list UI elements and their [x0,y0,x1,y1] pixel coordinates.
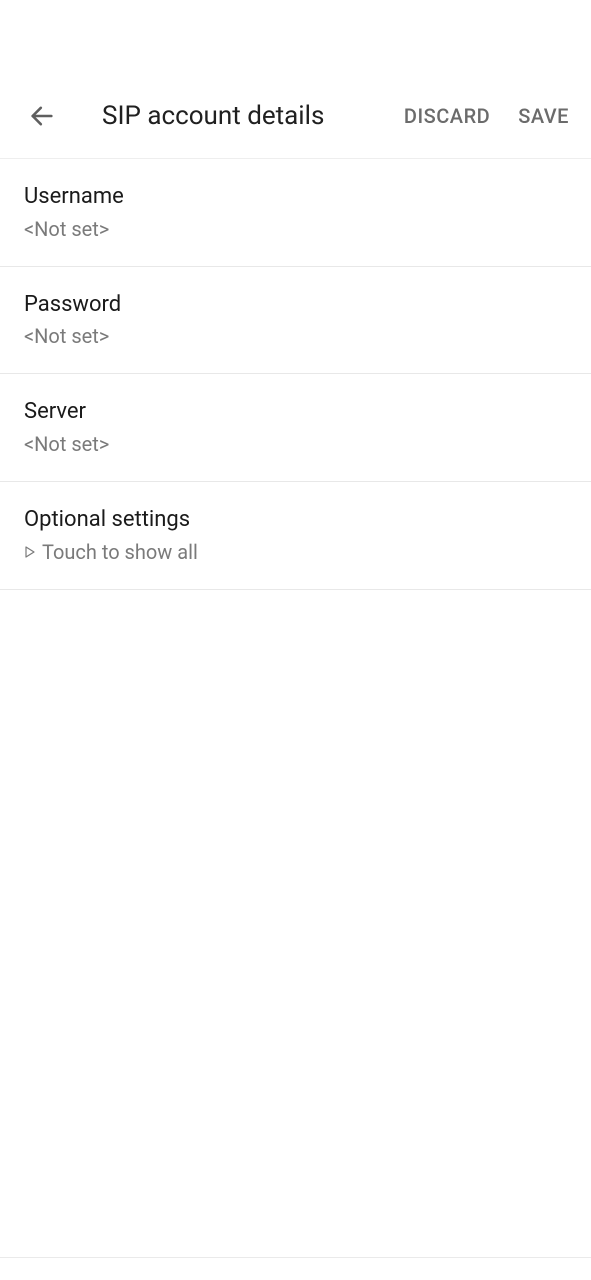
discard-button[interactable]: DISCARD [400,96,494,136]
password-setting[interactable]: Password <Not set> [0,267,591,375]
save-button[interactable]: SAVE [514,96,573,136]
server-label: Server [24,397,567,427]
username-setting[interactable]: Username <Not set> [0,159,591,267]
page-title: SIP account details [102,101,400,131]
password-value: <Not set> [24,323,567,349]
triangle-right-icon [24,546,36,558]
server-value: <Not set> [24,431,567,457]
username-label: Username [24,182,567,212]
optional-settings[interactable]: Optional settings Touch to show all [0,482,591,590]
username-value: <Not set> [24,216,567,242]
bottom-divider [0,1257,591,1258]
server-setting[interactable]: Server <Not set> [0,374,591,482]
arrow-back-icon [28,102,56,130]
optional-hint: Touch to show all [24,539,567,565]
settings-list: Username <Not set> Password <Not set> Se… [0,159,591,590]
status-bar [0,0,591,74]
back-button[interactable] [22,96,62,136]
app-bar: SIP account details DISCARD SAVE [0,74,591,159]
optional-label: Optional settings [24,505,567,535]
optional-hint-text: Touch to show all [42,539,198,565]
password-label: Password [24,290,567,320]
